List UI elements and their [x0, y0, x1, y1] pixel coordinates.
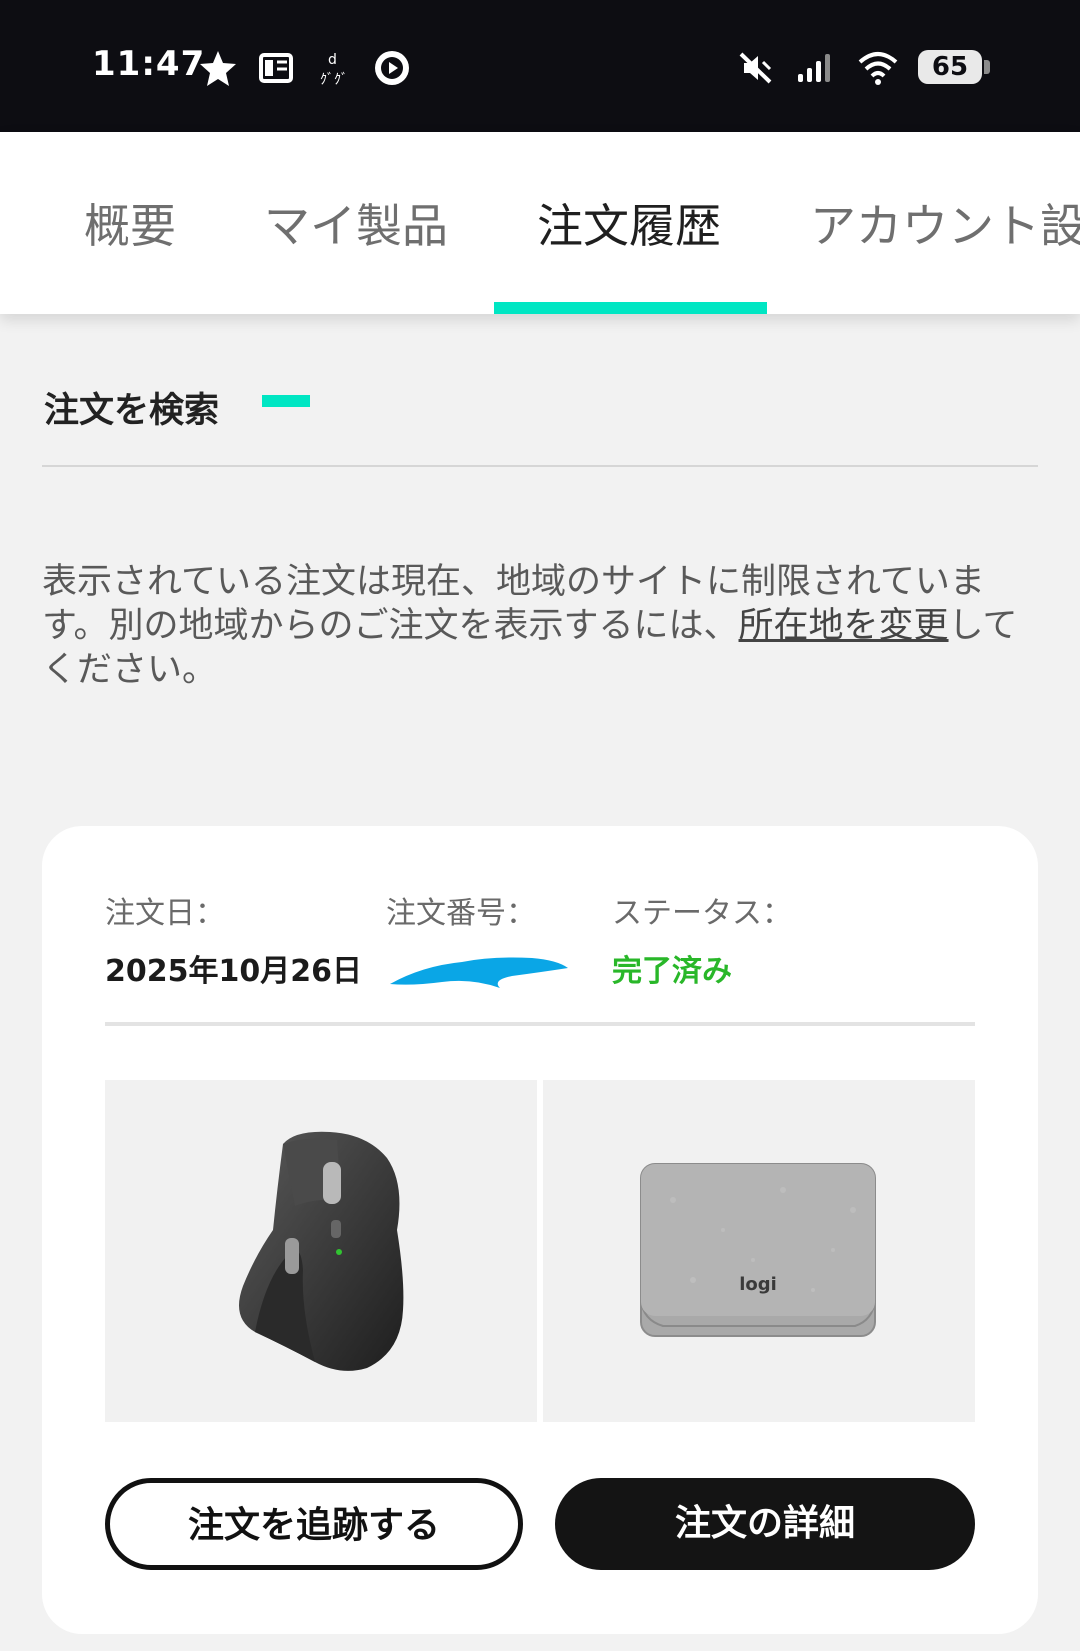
play-icon	[375, 51, 409, 85]
tab-order-history[interactable]: 注文履歴	[537, 190, 721, 256]
mouse-image	[239, 1131, 404, 1371]
track-order-button[interactable]: 注文を追跡する	[105, 1478, 523, 1570]
tab-bar: 概要 マイ製品 注文履歴 アカウント設定	[0, 132, 1080, 314]
status-time: 11:47	[92, 44, 206, 84]
section-divider	[42, 465, 1038, 467]
svg-text:ｸﾞｸﾞ: ｸﾞｸﾞ	[320, 72, 348, 88]
active-tab-indicator	[494, 302, 767, 314]
tab-overview[interactable]: 概要	[84, 190, 176, 256]
product-image-sleeve[interactable]: logi	[543, 1080, 975, 1422]
order-number-label: 注文番号：	[386, 896, 536, 931]
order-number-redaction	[390, 957, 568, 988]
change-location-link[interactable]: 所在地を変更	[739, 606, 949, 646]
star-icon	[200, 51, 236, 86]
tab-account-settings[interactable]: アカウント設定	[810, 190, 1080, 256]
d-app-icon: d ｸﾞｸﾞ	[320, 52, 348, 88]
product-image-mouse[interactable]	[105, 1080, 537, 1422]
logi-logo: logi	[739, 1274, 777, 1295]
order-date-label: 注文日：	[105, 896, 225, 931]
order-status-value: 完了済み	[612, 954, 732, 989]
tab-my-products[interactable]: マイ製品	[264, 190, 448, 256]
collapse-icon[interactable]	[262, 395, 310, 407]
svg-text:d: d	[328, 52, 337, 68]
region-notice: 表示されている注文は現在、地域のサイトに制限されています。別の地域からのご注文を…	[42, 560, 1042, 692]
order-date-value: 2025年10月26日	[105, 954, 362, 989]
order-card: 注文日： 注文番号： ステータス： 2025年10月26日 完了済み logi …	[42, 826, 1038, 1634]
battery-icon: 65	[918, 50, 982, 84]
reader-icon	[259, 53, 293, 83]
sleeve-image: logi	[640, 1163, 876, 1337]
mute-icon	[739, 52, 772, 84]
battery-cap	[984, 60, 990, 74]
search-orders-title[interactable]: 注文を検索	[44, 382, 219, 433]
order-details-button[interactable]: 注文の詳細	[555, 1478, 975, 1570]
order-status-label: ステータス：	[612, 896, 792, 931]
wifi-icon	[858, 52, 898, 85]
status-bar: 11:47 d ｸﾞｸﾞ 65	[0, 0, 1080, 132]
signal-icon	[798, 54, 830, 82]
card-divider	[105, 1022, 975, 1026]
